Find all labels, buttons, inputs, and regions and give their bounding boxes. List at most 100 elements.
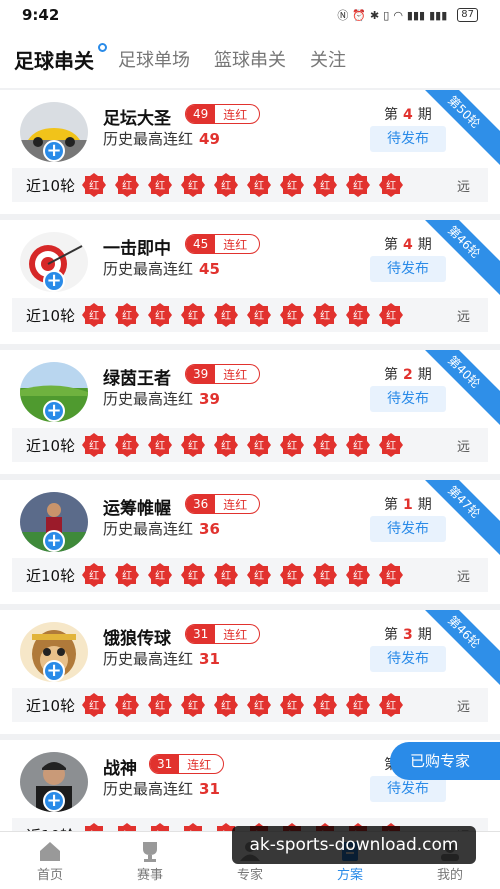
tab-football-single[interactable]: 足球单场 (118, 46, 190, 72)
category-tabs: 足球串关 足球单场 篮球串关 关注 (0, 30, 500, 88)
nav-matches[interactable]: 赛事 (100, 832, 200, 889)
pending-publish-button[interactable]: 待发布 (370, 516, 446, 542)
result-badge: 红 (312, 432, 338, 458)
result-row: 红红红红红红红红红红 (81, 302, 404, 328)
streak-badge: 39 连红 (185, 364, 261, 384)
pending-publish-button[interactable]: 待发布 (370, 126, 446, 152)
result-text: 红 (254, 701, 265, 712)
period-info: 第1期 (384, 494, 432, 514)
follow-plus-button[interactable]: + (43, 400, 65, 422)
result-text: 红 (188, 441, 199, 452)
period-prefix: 第 (384, 237, 398, 253)
result-text: 红 (353, 441, 364, 452)
result-badge: 红 (114, 432, 140, 458)
streak-badge: 45 连红 (185, 234, 261, 254)
history-max: 历史最高连红 49 (103, 128, 220, 149)
result-text: 红 (287, 571, 298, 582)
purchased-experts-button[interactable]: 已购专家 (390, 742, 500, 780)
follow-plus-button[interactable]: + (43, 140, 65, 162)
period-prefix: 第 (384, 497, 398, 513)
result-badge: 红 (312, 562, 338, 588)
result-badge: 红 (378, 692, 404, 718)
result-text: 红 (386, 311, 397, 322)
recent-label: 近10轮 (26, 436, 76, 455)
expert-card[interactable]: + 运筹帷幄 36 连红 历史最高连红 36 第 1 期待发布 第47轮 近10轮红红红红红红红红红… (0, 480, 500, 604)
result-badge: 红 (180, 172, 206, 198)
result-text: 红 (188, 701, 199, 712)
tab-follow[interactable]: 关注 (310, 46, 346, 72)
result-text: 红 (221, 311, 232, 322)
result-row: 红红红红红红红红红红 (81, 692, 404, 718)
result-text: 红 (254, 181, 265, 192)
history-max-value: 49 (199, 130, 220, 148)
recent-results: 近10轮 红 红 红 红 红 红 红 红 红 红 远 (12, 168, 488, 202)
more-link[interactable]: 远 (457, 696, 470, 715)
pending-publish-button[interactable]: 待发布 (370, 386, 446, 412)
nav-matches-label: 赛事 (136, 868, 163, 883)
result-badge: 红 (213, 432, 239, 458)
result-text: 红 (254, 441, 265, 452)
result-text: 红 (89, 701, 100, 712)
nav-experts-label: 专家 (236, 868, 263, 883)
streak-label: 连红 (223, 367, 248, 382)
period-info: 第3期 (384, 624, 432, 644)
result-text: 红 (155, 441, 166, 452)
vibrate-icon: ▯ (383, 8, 390, 22)
recent-label: 近10轮 (26, 306, 76, 325)
result-text: 红 (320, 441, 331, 452)
result-text: 红 (320, 181, 331, 192)
history-label: 历史最高连红 (103, 130, 194, 148)
signal-icon: ▮▮▮ (406, 8, 426, 22)
result-text: 红 (155, 311, 166, 322)
result-text: 红 (254, 571, 265, 582)
watermark: ak-sports-download.com (232, 826, 476, 864)
follow-plus-button[interactable]: + (43, 270, 65, 292)
expert-card[interactable]: + 饿狼传球 31 连红 历史最高连红 31 第 3 期待发布 第46轮 近10轮红红红红红红红红红… (0, 610, 500, 734)
result-text: 红 (122, 441, 133, 452)
result-text: 红 (386, 181, 397, 192)
result-text: 红 (122, 571, 133, 582)
more-link[interactable]: 远 (457, 306, 470, 325)
history-label: 历史最高连红 (103, 390, 194, 408)
result-text: 红 (188, 311, 199, 322)
expert-card[interactable]: + 绿茵王者 39 连红 历史最高连红 39 第 2 期待发布 第40轮 近10轮红红红红红红红红红… (0, 350, 500, 474)
recent-label: 近10轮 (26, 566, 76, 585)
result-badge: 红 (114, 692, 140, 718)
result-row: 红红红红红红红红红红 (81, 562, 404, 588)
history-max: 历史最高连红 31 (103, 648, 220, 669)
streak-label: 连红 (223, 107, 248, 122)
result-text: 红 (287, 701, 298, 712)
result-badge: 红 (114, 562, 140, 588)
result-text: 红 (353, 181, 364, 192)
period-info: 第4期 (384, 104, 432, 124)
follow-plus-button[interactable]: + (43, 530, 65, 552)
result-badge: 红 (180, 302, 206, 328)
result-text: 红 (155, 181, 166, 192)
follow-plus-button[interactable]: + (43, 790, 65, 812)
pending-publish-button[interactable]: 待发布 (370, 646, 446, 672)
nav-home[interactable]: 首页 (0, 832, 100, 889)
more-link[interactable]: 远 (457, 566, 470, 585)
tab-basketball-parlay[interactable]: 篮球串关 (214, 46, 286, 72)
recent-label: 近10轮 (26, 176, 76, 195)
result-badge: 红 (279, 562, 305, 588)
more-link[interactable]: 远 (457, 436, 470, 455)
period-suffix: 期 (417, 367, 432, 383)
recent-results: 近10轮 红 红 红 红 红 红 红 红 红 红 远 (12, 558, 488, 592)
result-text: 红 (287, 181, 298, 192)
result-badge: 红 (279, 692, 305, 718)
result-text: 红 (188, 571, 199, 582)
result-badge: 红 (147, 432, 173, 458)
expert-card[interactable]: + 足坛大圣 49 连红 历史最高连红 49 第 4 期待发布 第50轮 近10轮红红红红红红红红红… (0, 90, 500, 214)
expert-card[interactable]: + 一击即中 45 连红 历史最高连红 45 第 4 期待发布 第46轮 近10轮红红红红红红红红红… (0, 220, 500, 344)
history-max: 历史最高连红 36 (103, 518, 220, 539)
result-badge: 红 (279, 432, 305, 458)
home-icon (40, 842, 60, 861)
result-row: 红红红红红红红红红红 (81, 172, 404, 198)
follow-plus-button[interactable]: + (43, 660, 65, 682)
pending-publish-button[interactable]: 待发布 (370, 256, 446, 282)
result-badge: 红 (180, 692, 206, 718)
tab-football-parlay[interactable]: 足球串关 (14, 42, 107, 74)
more-link[interactable]: 远 (457, 176, 470, 195)
result-badge: 红 (378, 302, 404, 328)
